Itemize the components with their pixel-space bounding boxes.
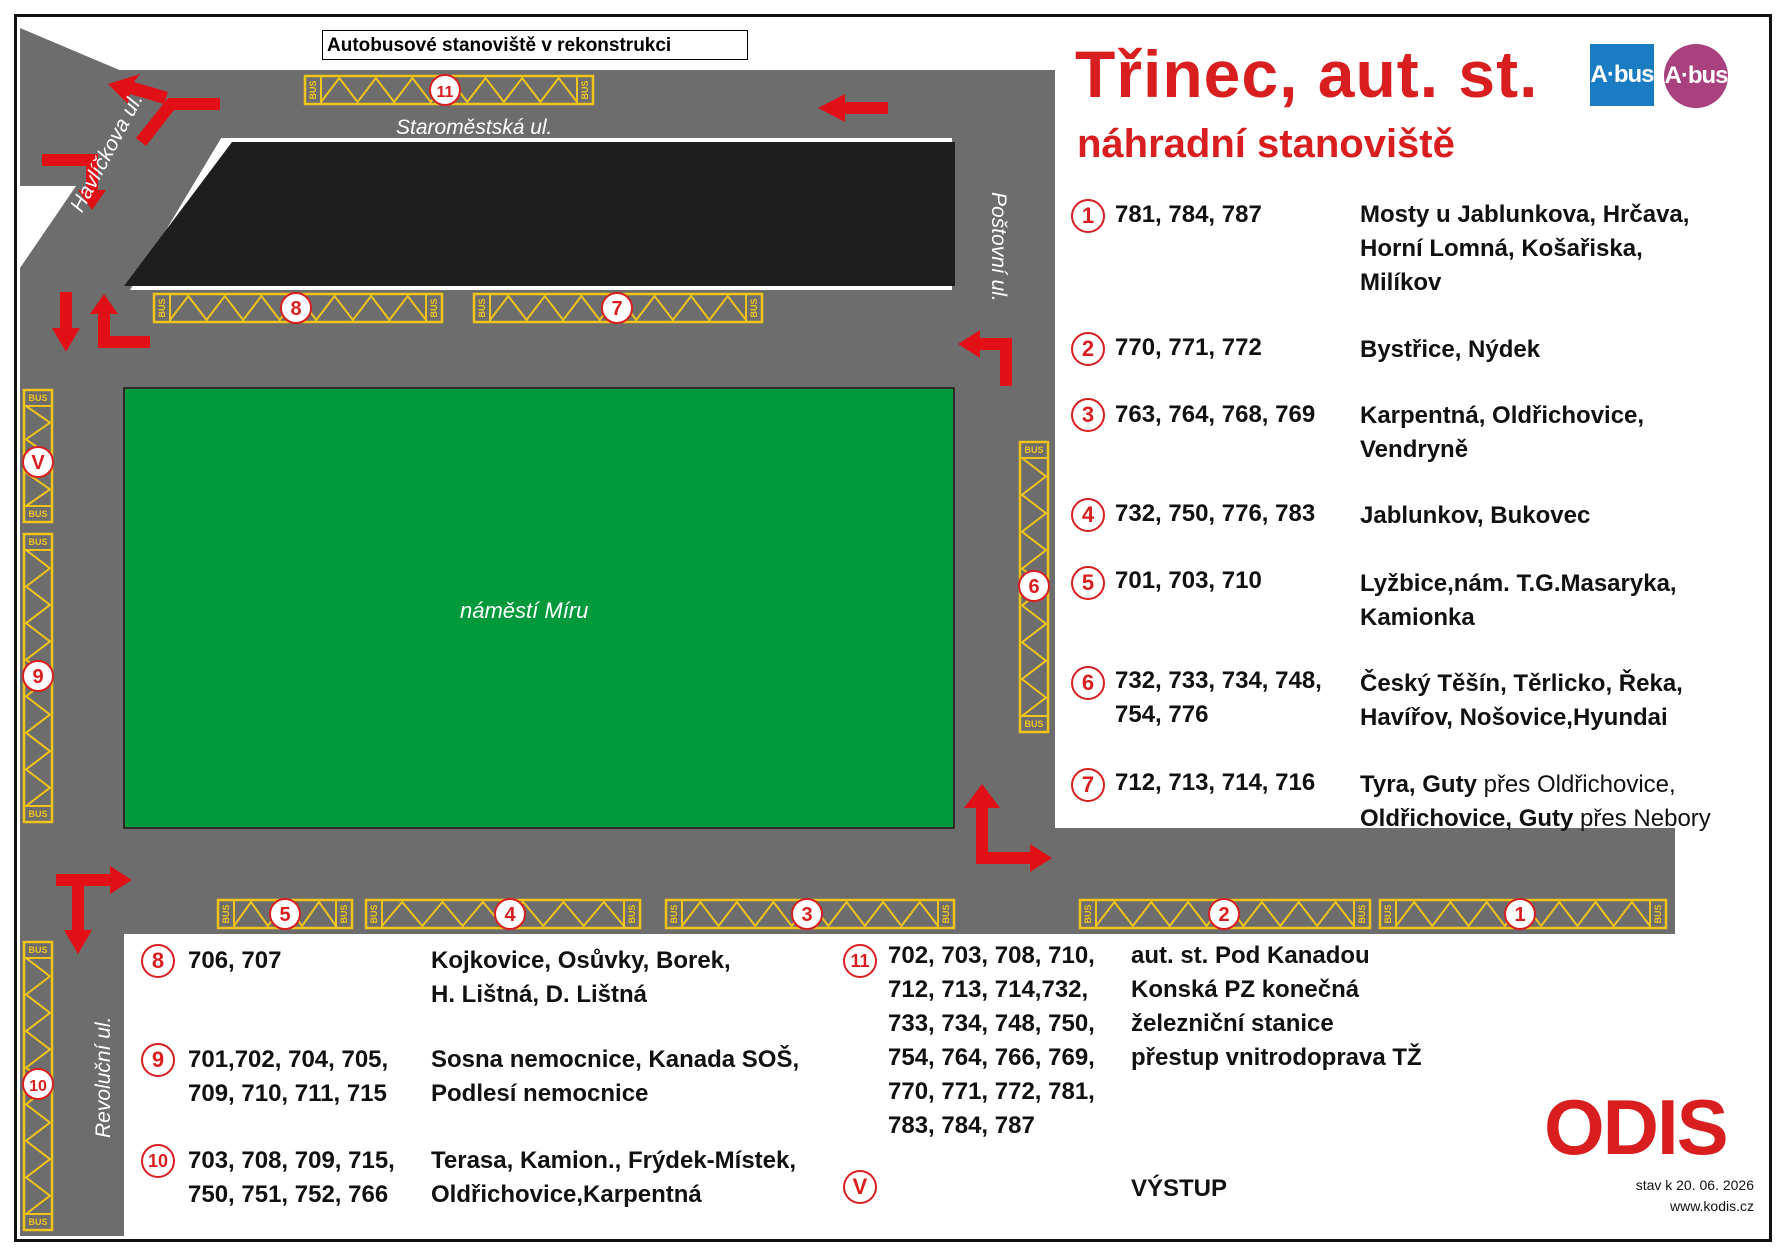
stop-destinations-3: Karpentná, Oldřichovice, Vendryně (1360, 402, 1645, 463)
platform-2: BUS BUS 2 (1078, 898, 1372, 930)
svg-text:5: 5 (279, 904, 290, 926)
platform-3: BUS BUS 3 (664, 898, 956, 930)
bus-marker: BUS (1653, 904, 1663, 923)
stop-lines-5: 701, 703, 710 (1115, 567, 1262, 594)
bus-marker: BUS (157, 298, 167, 317)
stop-lines-8: 706, 707 (188, 947, 282, 974)
bus-marker: BUS (477, 298, 487, 317)
stop-destinations-8: Kojkovice, Osůvky, Borek, H. Lištná, D. L… (431, 947, 731, 1008)
stop-destinations-5: Lyžbice,nám. T.G.Masaryka, Kamionka (1360, 570, 1677, 631)
svg-text:7: 7 (611, 298, 622, 320)
platform-5: BUS BUS 5 (216, 898, 354, 930)
stop-destinations-6: Český Těšín, Těrlicko, Řeka, Havířov, Noš… (1360, 670, 1683, 731)
svg-text:6: 6 (1028, 576, 1039, 598)
svg-text:1: 1 (1514, 904, 1525, 926)
bus-marker: BUS (749, 298, 759, 317)
stop-badge-2: 2 (1071, 332, 1105, 366)
svg-text:V: V (31, 452, 45, 474)
stop-lines-7: 712, 713, 714, 716 (1115, 769, 1316, 796)
svg-text:2: 2 (1218, 904, 1229, 926)
stand-date: stav k 20. 06. 2026 (1635, 1177, 1754, 1193)
stop-destinations-7: Tyra, Guty přes Oldřichovice, Oldřichovi… (1360, 771, 1711, 832)
bus-marker: BUS (28, 1217, 47, 1227)
bus-marker: BUS (669, 904, 679, 923)
stop-badge-6: 6 (1071, 666, 1105, 700)
stop-lines-10: 703, 708, 709, 715, 750, 751, 752, 766 (188, 1147, 395, 1208)
platform-11: BUS BUS 11 (303, 74, 595, 106)
stop-destinations-1: Mosty u Jablunkova, Hrčava, Horní Lomná, … (1360, 201, 1690, 296)
stop-badge-11: 11 (843, 944, 877, 978)
platform-4: BUS BUS 4 (364, 898, 642, 930)
street-label-postovni: Poštovní ul. (987, 192, 1010, 302)
svg-text:8: 8 (290, 298, 301, 320)
street-label-revolucni: Revoluční ul. (92, 1016, 115, 1138)
bus-marker: BUS (28, 509, 47, 519)
svg-text:10: 10 (29, 1078, 47, 1095)
stop-lines-1: 781, 784, 787 (1115, 201, 1262, 228)
bus-marker: BUS (1024, 719, 1043, 729)
platform-v: BUS BUS V (22, 388, 54, 524)
bus-marker: BUS (941, 904, 951, 923)
stop-badge-3: 3 (1071, 398, 1105, 432)
abus-logo-blue: A·bus (1590, 44, 1655, 106)
stop-destinations-10: Terasa, Kamion., Frýdek-Místek, Oldřichov… (431, 1147, 797, 1208)
svg-text:3: 3 (801, 904, 812, 926)
bus-marker: BUS (369, 904, 379, 923)
platform-9: BUS BUS 9 (22, 532, 54, 824)
stop-badge-4: 4 (1071, 498, 1105, 532)
platform-6: BUS BUS 6 (1018, 440, 1050, 734)
bus-marker: BUS (28, 393, 47, 403)
bus-marker: BUS (1357, 904, 1367, 923)
stop-lines-9: 701,702, 704, 705, 709, 710, 711, 715 (188, 1046, 389, 1107)
reconstruction-notice: Autobusové stanoviště v rekonstrukci (322, 30, 748, 60)
platform-10: BUS BUS 10 (22, 940, 54, 1232)
stop-lines-2: 770, 771, 772 (1115, 334, 1262, 361)
platform-8: BUS BUS 8 (152, 292, 444, 324)
svg-text:4: 4 (504, 904, 516, 926)
exit-badge: V (843, 1170, 877, 1204)
stop-lines-6: 732, 733, 734, 748, 754, 776 (1115, 667, 1322, 728)
bus-marker: BUS (627, 904, 637, 923)
square-label: náměstí Míru (460, 598, 589, 623)
bus-marker: BUS (28, 945, 47, 955)
bus-marker: BUS (339, 904, 349, 923)
stop-destinations-4: Jablunkov, Bukovec (1360, 502, 1591, 529)
stop-badge-10: 10 (141, 1144, 175, 1178)
stop-badge-9: 9 (141, 1043, 175, 1077)
bus-marker: BUS (308, 80, 318, 99)
bus-marker: BUS (1024, 445, 1043, 455)
stop-lines-4: 732, 750, 776, 783 (1115, 500, 1316, 527)
stop-lines-11: 702, 703, 708, 710, 712, 713, 714,732, 733… (888, 942, 1095, 1139)
building (124, 142, 955, 286)
platform-7: BUS BUS 7 (472, 292, 764, 324)
bus-marker: BUS (1083, 904, 1093, 923)
stop-badge-8: 8 (141, 944, 175, 978)
bus-marker: BUS (28, 809, 47, 819)
stop-badge-5: 5 (1071, 566, 1105, 600)
stop-destinations-9: Sosna nemocnice, Kanada SOŠ, Podlesí nemo… (431, 1046, 800, 1107)
stop-destinations-2: Bystřice, Nýdek (1360, 336, 1541, 363)
stop-destinations-11: aut. st. Pod Kanadou Konská PZ konečná žel… (1131, 942, 1422, 1071)
bus-marker: BUS (1383, 904, 1393, 923)
stop-badge-7: 7 (1071, 768, 1105, 802)
stop-lines-3: 763, 764, 768, 769 (1115, 401, 1316, 428)
page-title: Třinec, aut. st. (1075, 37, 1539, 111)
abus-logo-purple: A·bus (1664, 44, 1729, 108)
stop-badge-1: 1 (1071, 199, 1105, 233)
bus-marker: BUS (580, 80, 590, 99)
website: www.kodis.cz (1669, 1198, 1754, 1214)
svg-text:9: 9 (32, 666, 43, 688)
exit-label: VÝSTUP (1131, 1175, 1228, 1202)
street-label-staromestska: Staroměstská ul. (396, 116, 553, 139)
odis-logo: ODIS (1544, 1083, 1729, 1171)
svg-text:11: 11 (437, 84, 454, 101)
platform-1: BUS BUS 1 (1378, 898, 1668, 930)
bus-marker: BUS (28, 537, 47, 547)
bus-marker: BUS (221, 904, 231, 923)
page-subtitle: náhradní stanoviště (1077, 122, 1455, 166)
bus-marker: BUS (429, 298, 439, 317)
